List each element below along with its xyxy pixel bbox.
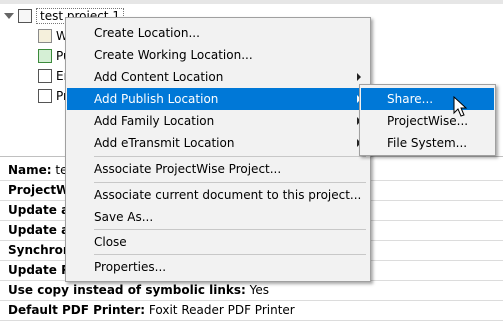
submenu-item-share[interactable]: Share... [361, 88, 494, 110]
document-icon [38, 69, 52, 83]
menu-item-add-content-location[interactable]: Add Content Location [67, 66, 369, 88]
menu-item-create-working-location[interactable]: Create Working Location... [67, 44, 369, 66]
menu-separator [94, 182, 366, 183]
tree-item[interactable]: Pr [38, 86, 68, 106]
tree-item[interactable]: W [38, 26, 68, 46]
menu-item-add-family-location[interactable]: Add Family Location [67, 110, 369, 132]
mouse-cursor-icon [453, 96, 468, 117]
menu-item-save-as[interactable]: Save As... [67, 206, 369, 228]
project-icon [18, 9, 32, 23]
document-icon [38, 89, 52, 103]
publish-icon [38, 49, 52, 63]
row-separator [0, 320, 503, 321]
submenu-item-projectwise[interactable]: ProjectWise... [361, 110, 494, 132]
submenu-arrow-icon [357, 73, 361, 81]
submenu-item-file-system[interactable]: File System... [361, 132, 494, 154]
menu-separator [94, 254, 366, 255]
tree-item[interactable]: Er [38, 66, 69, 86]
menu-item-properties[interactable]: Properties... [67, 256, 369, 278]
tree-header-strip [0, 0, 503, 4]
menu-item-create-location[interactable]: Create Location... [67, 22, 369, 44]
property-row-symbolic-links: Use copy instead of symbolic links: Yes [8, 283, 270, 297]
publish-location-submenu: Share... ProjectWise... File System... [359, 84, 496, 156]
menu-separator [94, 229, 366, 230]
folder-icon [38, 29, 52, 43]
menu-separator [94, 156, 366, 157]
menu-item-add-etransmit-location[interactable]: Add eTransmit Location [67, 132, 369, 154]
collapse-arrow-icon[interactable] [4, 13, 14, 19]
menu-item-associate-document[interactable]: Associate current document to this proje… [67, 184, 369, 206]
property-row-pdf-printer: Default PDF Printer: Foxit Reader PDF Pr… [8, 303, 295, 317]
menu-item-associate-projectwise[interactable]: Associate ProjectWise Project... [67, 158, 369, 180]
menu-item-close[interactable]: Close [67, 231, 369, 253]
menu-item-add-publish-location[interactable]: Add Publish Location [67, 88, 369, 110]
context-menu: Create Location... Create Working Locati… [65, 17, 371, 282]
